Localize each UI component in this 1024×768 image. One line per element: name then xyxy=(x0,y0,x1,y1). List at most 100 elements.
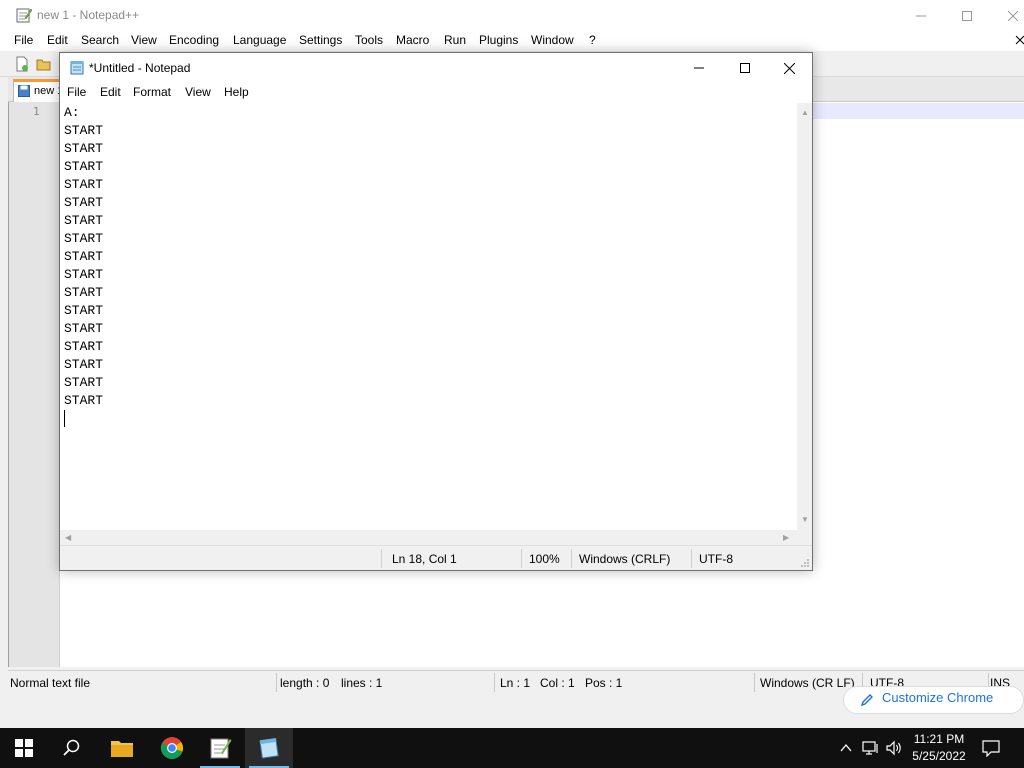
text-line: START xyxy=(64,285,104,300)
chrome-icon xyxy=(160,737,183,760)
maximize-icon xyxy=(740,63,750,73)
text-line: START xyxy=(64,141,104,156)
status-divider xyxy=(521,549,522,568)
close-icon xyxy=(783,62,795,74)
customize-chrome-button[interactable]: Customize Chrome xyxy=(843,686,1024,714)
npp-menu-encoding[interactable]: Encoding xyxy=(169,33,219,47)
pencil-icon xyxy=(860,694,873,707)
network-icon[interactable] xyxy=(862,740,880,756)
volume-icon[interactable] xyxy=(886,740,904,756)
notepad-plus-plus-icon xyxy=(16,8,32,23)
npp-status-lines: lines : 1 xyxy=(341,676,383,690)
npp-menu-macro[interactable]: Macro xyxy=(396,33,429,47)
save-icon xyxy=(18,85,30,97)
npp-maximize-button[interactable] xyxy=(944,0,990,31)
notepad-status-zoom: 100% xyxy=(529,552,560,566)
text-line: START xyxy=(64,159,104,174)
text-line: START xyxy=(64,339,104,354)
status-divider xyxy=(381,549,382,568)
npp-status-col: Col : 1 xyxy=(540,676,575,690)
npp-menu-tools[interactable]: Tools xyxy=(355,33,383,47)
npp-menu-settings[interactable]: Settings xyxy=(299,33,342,47)
npp-menu-run[interactable]: Run xyxy=(444,33,466,47)
text-line: START xyxy=(64,357,104,372)
taskbar-search-button[interactable] xyxy=(48,728,96,768)
notepad-menu-edit[interactable]: Edit xyxy=(100,85,121,99)
text-line: START xyxy=(64,393,104,408)
npp-menu-edit[interactable]: Edit xyxy=(47,33,68,47)
text-line: START xyxy=(64,177,104,192)
notepad-status-bar: Ln 18, Col 1 100% Windows (CRLF) UTF-8 xyxy=(60,545,812,570)
npp-line-number: 1 xyxy=(33,105,40,118)
npp-menu-file[interactable]: File xyxy=(14,33,33,47)
notepad-title-bar[interactable]: *Untitled - Notepad xyxy=(60,53,812,83)
notepad-status-position: Ln 18, Col 1 xyxy=(392,552,457,566)
notepad-window-title: *Untitled - Notepad xyxy=(89,61,191,75)
notification-icon[interactable] xyxy=(982,739,1000,757)
scroll-left-icon[interactable]: ◀ xyxy=(65,534,71,542)
npp-close-button[interactable] xyxy=(990,0,1024,31)
windows-logo-icon xyxy=(15,739,33,757)
horizontal-scrollbar[interactable]: ◀ ▶ xyxy=(60,530,797,545)
chevron-up-icon[interactable] xyxy=(840,742,852,754)
npp-status-file-type: Normal text file xyxy=(10,676,91,690)
notepad-plus-plus-icon xyxy=(210,738,232,759)
npp-menu-search[interactable]: Search xyxy=(81,33,119,47)
text-line: START xyxy=(64,375,104,390)
scroll-up-icon[interactable]: ▲ xyxy=(801,109,809,117)
npp-menu-language[interactable]: Language xyxy=(233,33,286,47)
minimize-icon xyxy=(916,15,926,16)
taskbar-notepad[interactable] xyxy=(245,728,293,768)
notepad-status-eol: Windows (CRLF) xyxy=(579,552,671,566)
npp-title-bar[interactable]: new 1 - Notepad++ xyxy=(0,0,1024,31)
status-divider xyxy=(276,673,277,692)
notepad-menu-file[interactable]: File xyxy=(67,85,86,99)
taskbar-file-explorer[interactable] xyxy=(98,728,146,768)
text-line: START xyxy=(64,249,104,264)
taskbar-date: 5/25/2022 xyxy=(912,749,966,763)
taskbar-time: 11:21 PM xyxy=(913,732,965,746)
npp-status-ln: Ln : 1 xyxy=(500,676,531,690)
desktop: new 1 - Notepad++ File Edit Search View … xyxy=(0,0,1024,768)
text-line: A: xyxy=(64,105,80,120)
notepad-icon xyxy=(259,737,279,759)
notepad-menu-help[interactable]: Help xyxy=(224,85,249,99)
text-line: START xyxy=(64,321,104,336)
open-folder-icon[interactable] xyxy=(36,56,52,72)
notepad-status-encoding: UTF-8 xyxy=(699,552,733,566)
close-document-icon[interactable] xyxy=(1014,35,1024,45)
npp-menu-view[interactable]: View xyxy=(131,33,157,47)
notepad-maximize-button[interactable] xyxy=(722,53,768,83)
npp-status-length: length : 0 xyxy=(280,676,330,690)
notepad-text-area[interactable]: A: START START START START START START S… xyxy=(60,103,797,530)
close-icon xyxy=(1008,10,1018,21)
resize-grip-icon[interactable] xyxy=(800,558,810,568)
scroll-down-icon[interactable]: ▼ xyxy=(801,516,809,524)
notepad-menu-view[interactable]: View xyxy=(185,85,211,99)
status-divider xyxy=(691,549,692,568)
npp-line-number-gutter: 1 xyxy=(9,102,60,667)
npp-menu-window[interactable]: Window xyxy=(531,33,574,47)
scroll-right-icon[interactable]: ▶ xyxy=(783,534,789,542)
status-divider xyxy=(754,673,755,692)
text-line: START xyxy=(64,123,104,138)
taskbar-chrome[interactable] xyxy=(148,728,196,768)
notepad-menu-bar: File Edit Format View Help xyxy=(60,83,812,103)
vertical-scrollbar[interactable]: ▲ ▼ xyxy=(797,103,812,530)
scrollbar-corner xyxy=(797,530,812,545)
maximize-icon xyxy=(962,10,972,21)
status-divider xyxy=(571,549,572,568)
npp-minimize-button[interactable] xyxy=(898,0,944,31)
npp-menu-help[interactable]: ? xyxy=(589,33,596,47)
status-divider xyxy=(494,673,495,692)
notepad-window[interactable]: *Untitled - Notepad File Edit Format Vie… xyxy=(59,52,813,571)
npp-menu-plugins[interactable]: Plugins xyxy=(479,33,518,47)
taskbar-notepad-plus-plus[interactable] xyxy=(196,728,244,768)
start-button[interactable] xyxy=(0,728,48,768)
notepad-menu-format[interactable]: Format xyxy=(133,85,171,99)
new-file-icon[interactable] xyxy=(14,56,30,72)
notepad-minimize-button[interactable] xyxy=(676,53,722,83)
taskbar-clock[interactable]: 11:21 PM 5/25/2022 xyxy=(906,731,972,765)
npp-status-eol: Windows (CR LF) xyxy=(760,676,855,690)
notepad-close-button[interactable] xyxy=(766,53,812,83)
